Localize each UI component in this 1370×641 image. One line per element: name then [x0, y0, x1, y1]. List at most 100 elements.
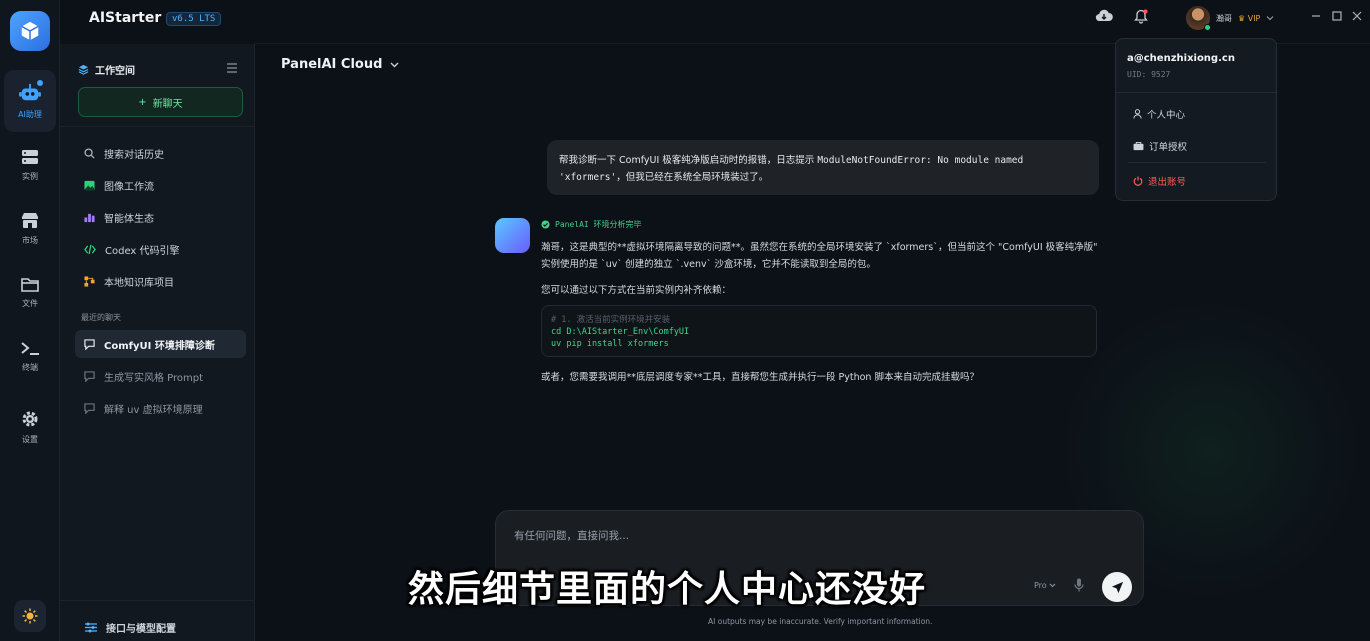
rail-label: 实例	[22, 171, 38, 181]
order-icon	[1133, 141, 1144, 150]
bell-icon[interactable]	[1134, 9, 1148, 27]
nav-item-knowledge-base[interactable]: 本地知识库项目	[75, 267, 246, 295]
chat-icon	[84, 338, 95, 350]
nav-item-search-history[interactable]: 搜索对话历史	[75, 139, 246, 167]
code-line: cd D:\AIStarter_Env\ComfyUI	[551, 327, 690, 337]
online-status-dot	[1204, 24, 1211, 31]
ai-status-text: PanelAI 环境分析完毕	[555, 220, 642, 229]
user-message-text: 帮我诊断一下 ComfyUI 极客纯净版启动时的报错，日志提示	[559, 155, 818, 166]
rail-item-market[interactable]: 市场	[4, 198, 56, 260]
code-line: uv pip install xformers	[551, 339, 669, 349]
app-title: AIStarter	[89, 10, 162, 26]
rail-item-ai-assistant[interactable]: AI助理	[4, 70, 56, 132]
search-icon	[84, 147, 95, 159]
menu-item-label: 订单授权	[1149, 142, 1188, 153]
avatar	[1186, 6, 1211, 31]
recent-chat-item[interactable]: 解释 uv 虚拟环境原理	[75, 394, 246, 422]
user-icon	[1133, 109, 1142, 119]
rail-item-instances[interactable]: 实例	[4, 134, 56, 196]
nav-label: 本地知识库项目	[104, 277, 174, 289]
code-icon	[84, 244, 96, 254]
notification-dot	[37, 80, 43, 86]
menu-item-label: 个人中心	[1147, 110, 1186, 121]
agents-icon	[84, 213, 95, 222]
nav-label: 搜索对话历史	[104, 149, 164, 161]
rail-label: 设置	[22, 434, 38, 444]
rail-item-files[interactable]: 文件	[4, 262, 56, 324]
logout-button[interactable]: 退出账号	[1133, 174, 1186, 188]
recent-chat-item[interactable]: 生成写实风格 Prompt	[75, 362, 246, 390]
check-circle-icon	[541, 220, 550, 229]
knowledge-icon	[84, 275, 95, 287]
minimize-icon[interactable]	[1311, 10, 1321, 24]
model-name: PanelAI Cloud	[281, 57, 383, 72]
logout-label: 退出账号	[1148, 177, 1187, 188]
sliders-icon	[85, 622, 97, 633]
nav-label: 智能体生态	[104, 213, 154, 225]
ai-message-paragraph: 您可以通过以下方式在当前实例内补齐依赖：	[541, 285, 732, 296]
sidebar: 工作空间 + 新聊天 搜索对话历史 图像工作流 智能体生态 Codex 代码引擎…	[60, 44, 255, 641]
chevron-down-icon	[1266, 16, 1274, 21]
workspace-header: 工作空间	[78, 62, 135, 77]
rail-label: AI助理	[18, 109, 42, 119]
user-email: a@chenzhixiong.cn	[1127, 53, 1235, 64]
theme-toggle[interactable]	[14, 600, 46, 632]
rail-label: 市场	[22, 236, 38, 245]
code-block: # 1. 激活当前实例环境并安装 cd D:\AIStarter_Env\Com…	[541, 305, 1097, 357]
user-message-code: ModuleNotFoundError: No module named	[817, 155, 1024, 166]
ai-disclaimer: AI outputs may be inaccurate. Verify imp…	[708, 617, 933, 626]
recent-chat-label: 解释 uv 虚拟环境原理	[104, 404, 203, 416]
mode-selector[interactable]: Pro	[1034, 581, 1056, 590]
chevron-down-icon	[390, 62, 399, 67]
model-selector[interactable]: PanelAI Cloud	[281, 57, 399, 72]
send-button[interactable]	[1102, 572, 1132, 602]
chevron-down-icon	[1049, 583, 1056, 588]
chat-icon	[84, 370, 95, 382]
workspace-label: 工作空间	[95, 66, 135, 77]
sun-icon	[22, 608, 38, 624]
recent-chat-item[interactable]: ComfyUI 环境排障诊断	[75, 330, 246, 358]
folder-icon	[21, 278, 39, 292]
vip-label: VIP	[1247, 13, 1261, 23]
close-icon[interactable]	[1352, 10, 1362, 24]
rail-item-terminal[interactable]: 终端	[4, 326, 56, 388]
sidebar-menu-icon[interactable]	[226, 62, 238, 76]
rail-label: 文件	[22, 299, 38, 308]
recent-chat-label: 生成写实风格 Prompt	[104, 372, 204, 384]
cloud-download-icon[interactable]	[1095, 9, 1113, 26]
user-message-text: ，但我已经在系统全局环境装过了。	[616, 172, 769, 183]
user-message: 帮我诊断一下 ComfyUI 极客纯净版启动时的报错，日志提示 ModuleNo…	[547, 140, 1099, 195]
microphone-icon[interactable]	[1074, 578, 1084, 595]
nav-item-image-workflow[interactable]: 图像工作流	[75, 171, 246, 199]
api-model-config-button[interactable]: 接口与模型配置	[85, 620, 176, 635]
divider	[1116, 92, 1278, 93]
user-dropdown-menu: a@chenzhixiong.cn UID: 9527 个人中心 订单授权 退出…	[1115, 38, 1278, 201]
nav-item-agent-ecosystem[interactable]: 智能体生态	[75, 203, 246, 231]
menu-item-orders[interactable]: 订单授权	[1133, 139, 1187, 153]
server-icon	[22, 149, 38, 164]
nav-label: 图像工作流	[104, 181, 154, 193]
recent-chat-label: ComfyUI 环境排障诊断	[104, 340, 215, 352]
power-icon	[1133, 176, 1143, 186]
user-name: 瀚哥	[1216, 13, 1232, 23]
maximize-icon[interactable]	[1332, 10, 1342, 24]
rail-item-settings[interactable]: 设置	[4, 396, 56, 458]
ai-status: PanelAI 环境分析完毕	[541, 219, 642, 230]
message-input[interactable]: 有任何问题，直接问我...	[514, 528, 629, 543]
ai-avatar	[495, 218, 530, 253]
nav-label: Codex 代码引擎	[105, 245, 180, 257]
nav-item-codex-engine[interactable]: Codex 代码引擎	[75, 235, 246, 263]
rail-label: 终端	[22, 363, 38, 372]
ai-message-paragraph: 或者，您需要我调用**底层调度专家**工具，直接帮您生成并执行一段 Python…	[541, 372, 979, 383]
app-logo-icon[interactable]	[10, 11, 50, 51]
menu-item-profile[interactable]: 个人中心	[1133, 107, 1185, 121]
layers-icon	[78, 64, 89, 75]
icon-rail: AI助理 实例 市场 文件 终端 设置	[0, 0, 60, 641]
version-badge: v6.5 LTS	[166, 12, 222, 26]
store-icon	[22, 213, 38, 228]
user-uid: UID: 9527	[1127, 70, 1171, 79]
user-menu-trigger[interactable]: 瀚哥 ♛ VIP	[1186, 6, 1274, 31]
mode-label: Pro	[1034, 581, 1047, 590]
send-icon	[1111, 581, 1123, 593]
new-chat-button[interactable]: + 新聊天	[78, 87, 243, 117]
